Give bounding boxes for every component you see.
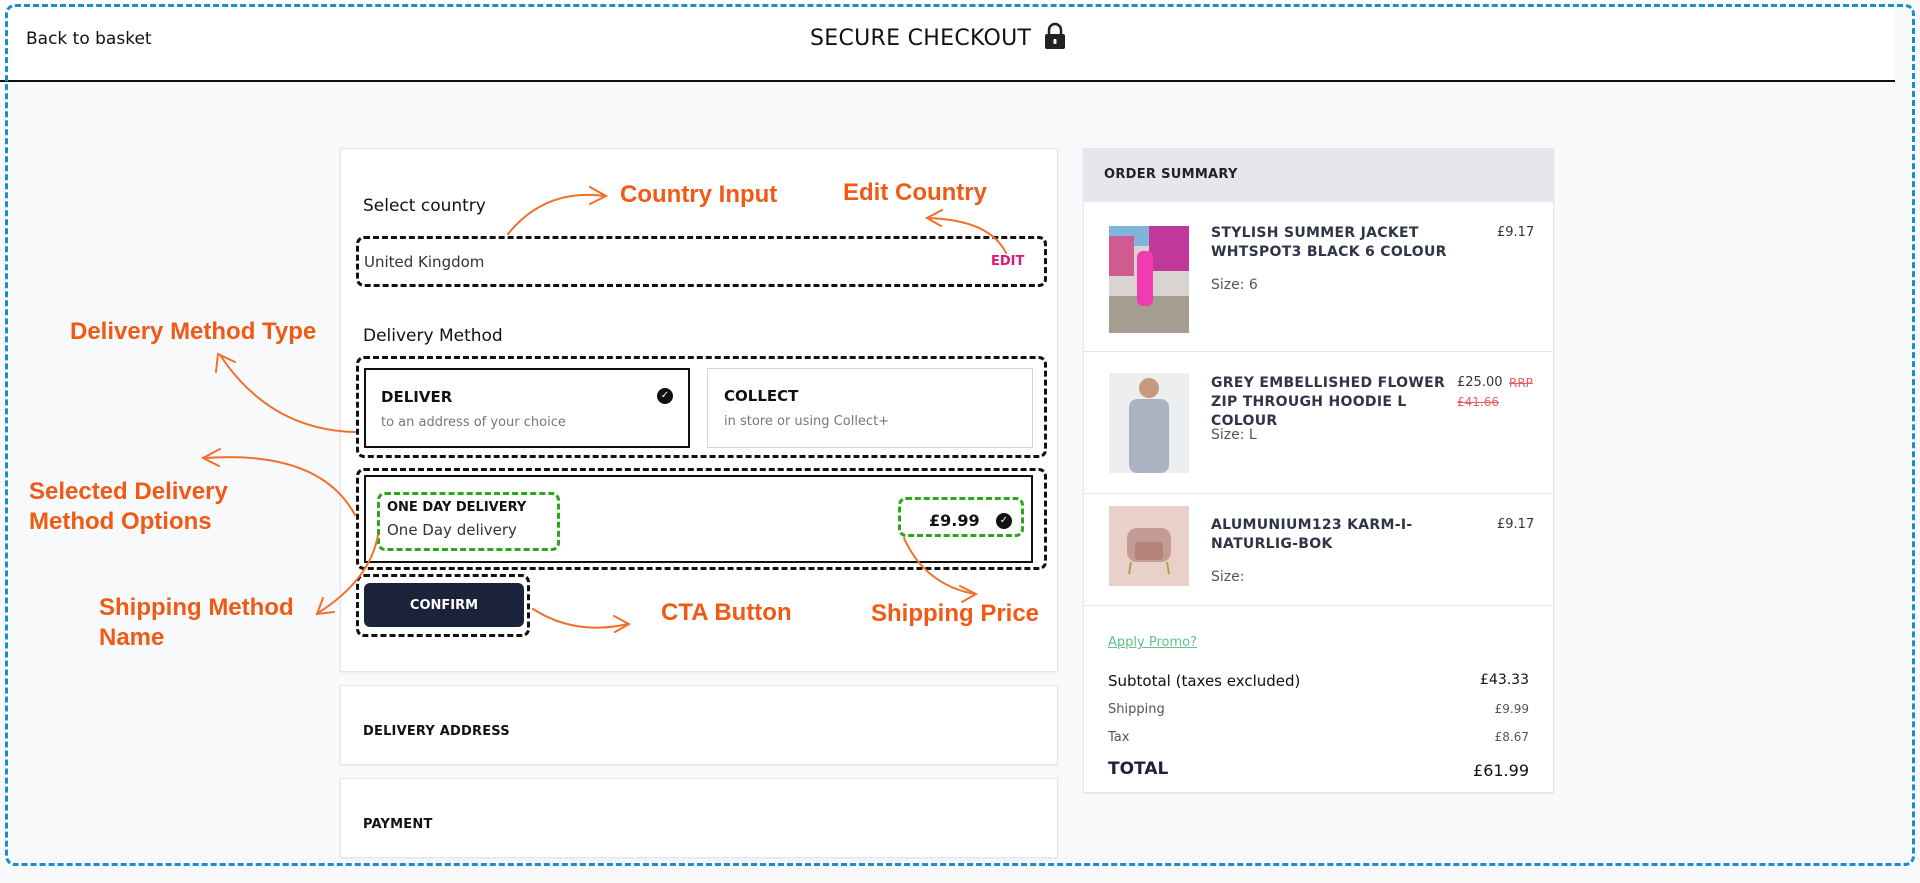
- annotation-shipping-price: Shipping Price: [871, 600, 1040, 627]
- country-input[interactable]: United Kingdom EDIT: [362, 242, 1042, 282]
- annotation-shipping-method-name: Shipping Method Name: [99, 594, 294, 651]
- deliver-title: DELIVER: [381, 388, 453, 406]
- payment-title: PAYMENT: [363, 817, 433, 832]
- annotation-country-input: Country Input: [620, 181, 778, 208]
- delivery-method-label: Delivery Method: [363, 326, 503, 346]
- country-value: United Kingdom: [364, 253, 485, 271]
- total-label: TOTAL: [1108, 759, 1169, 779]
- subtotal-label: Subtotal (taxes excluded): [1108, 672, 1301, 690]
- confirm-button[interactable]: CONFIRM: [364, 583, 524, 627]
- deliver-subtitle: to an address of your choice: [381, 415, 566, 430]
- page-header: Back to basket SECURE CHECKOUT: [0, 0, 1895, 82]
- lock-icon: [1045, 22, 1065, 49]
- collect-title: COLLECT: [724, 387, 799, 405]
- annotation-delivery-method-type: Delivery Method Type: [70, 318, 317, 345]
- tax-value: £8.67: [1494, 730, 1529, 744]
- item-rrp-label: RRP: [1509, 376, 1533, 390]
- edit-country-button[interactable]: EDIT: [991, 254, 1024, 269]
- apply-promo-link[interactable]: Apply Promo?: [1108, 635, 1197, 650]
- delivery-address-section[interactable]: DELIVERY ADDRESS: [340, 685, 1058, 765]
- item-price: £9.17: [1497, 225, 1535, 240]
- delivery-address-title: DELIVERY ADDRESS: [363, 724, 510, 739]
- order-summary-card: ORDER SUMMARY STYLISH SUMMER JACKET WHTS…: [1083, 148, 1554, 793]
- item-price: £25.00: [1457, 375, 1503, 390]
- order-item: STYLISH SUMMER JACKET WHTSPOT3 BLACK 6 C…: [1084, 202, 1553, 352]
- order-summary-title: ORDER SUMMARY: [1104, 167, 1238, 182]
- order-summary-header: ORDER SUMMARY: [1084, 149, 1553, 202]
- collect-subtitle: in store or using Collect+: [724, 414, 890, 429]
- item-name: STYLISH SUMMER JACKET WHTSPOT3 BLACK 6 C…: [1211, 225, 1447, 260]
- delivery-method-deliver[interactable]: DELIVER to an address of your choice ✓: [364, 368, 690, 448]
- checkmark-icon: ✓: [657, 388, 673, 404]
- back-to-basket-link[interactable]: Back to basket: [26, 29, 152, 49]
- order-item: GREY EMBELLISHED FLOWER ZIP THROUGH HOOD…: [1084, 352, 1553, 494]
- shipping-label: Shipping: [1108, 702, 1165, 717]
- arrow-delivery-type: [215, 352, 356, 433]
- annotation-selected-delivery-options: Selected Delivery Method Options: [29, 478, 228, 535]
- shipping-price-highlight: [898, 497, 1024, 537]
- product-image-armchair: [1109, 506, 1189, 586]
- payment-section[interactable]: PAYMENT: [340, 778, 1058, 858]
- shipping-value: £9.99: [1494, 702, 1529, 716]
- tax-label: Tax: [1108, 730, 1130, 745]
- product-image-pink-dress: [1109, 226, 1189, 333]
- select-country-label: Select country: [363, 196, 486, 216]
- item-name: ALUMUNIUM123 KARM-I-NATURLIG-BOK: [1211, 517, 1413, 552]
- page-title: SECURE CHECKOUT: [810, 26, 1032, 51]
- item-size: Size:: [1211, 569, 1245, 585]
- subtotal-value: £43.33: [1480, 672, 1529, 688]
- order-item: ALUMUNIUM123 KARM-I-NATURLIG-BOK £9.17 S…: [1084, 494, 1553, 606]
- product-image-grey-hoodie: [1109, 373, 1189, 473]
- item-size: Size: 6: [1211, 277, 1258, 293]
- shipping-name-highlight: [377, 492, 560, 551]
- item-size: Size: L: [1211, 427, 1257, 443]
- annotation-cta-button: CTA Button: [661, 599, 792, 626]
- delivery-method-collect[interactable]: COLLECT in store or using Collect+: [707, 368, 1033, 448]
- total-value: £61.99: [1473, 761, 1529, 780]
- item-name: GREY EMBELLISHED FLOWER ZIP THROUGH HOOD…: [1211, 375, 1446, 429]
- annotation-edit-country: Edit Country: [843, 179, 987, 206]
- item-price: £9.17: [1497, 517, 1535, 532]
- item-rrp-price: £41.66: [1457, 395, 1499, 409]
